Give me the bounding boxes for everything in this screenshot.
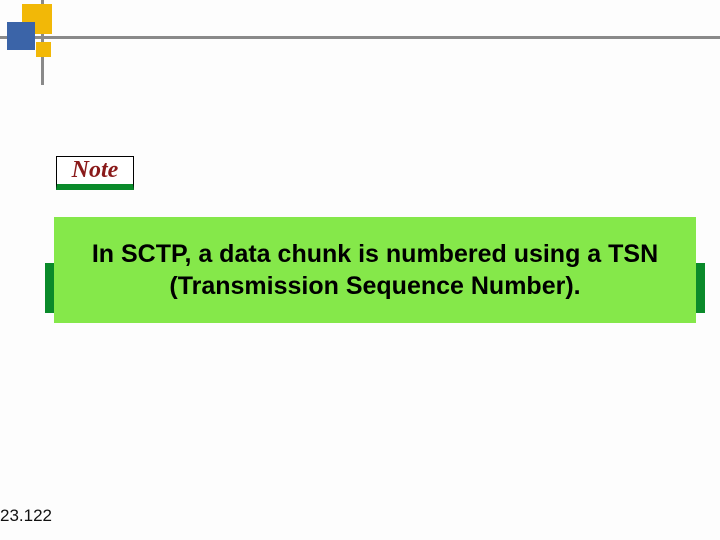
note-box: Note <box>56 156 134 190</box>
page-number: 23.122 <box>0 506 52 526</box>
decorative-square-blue <box>7 22 35 50</box>
content-text: In SCTP, a data chunk is numbered using … <box>76 238 674 303</box>
decorative-square-orange-small <box>36 42 51 57</box>
content-block: In SCTP, a data chunk is numbered using … <box>54 217 696 323</box>
note-label: Note <box>72 157 119 184</box>
decorative-horizontal-line <box>0 36 720 39</box>
